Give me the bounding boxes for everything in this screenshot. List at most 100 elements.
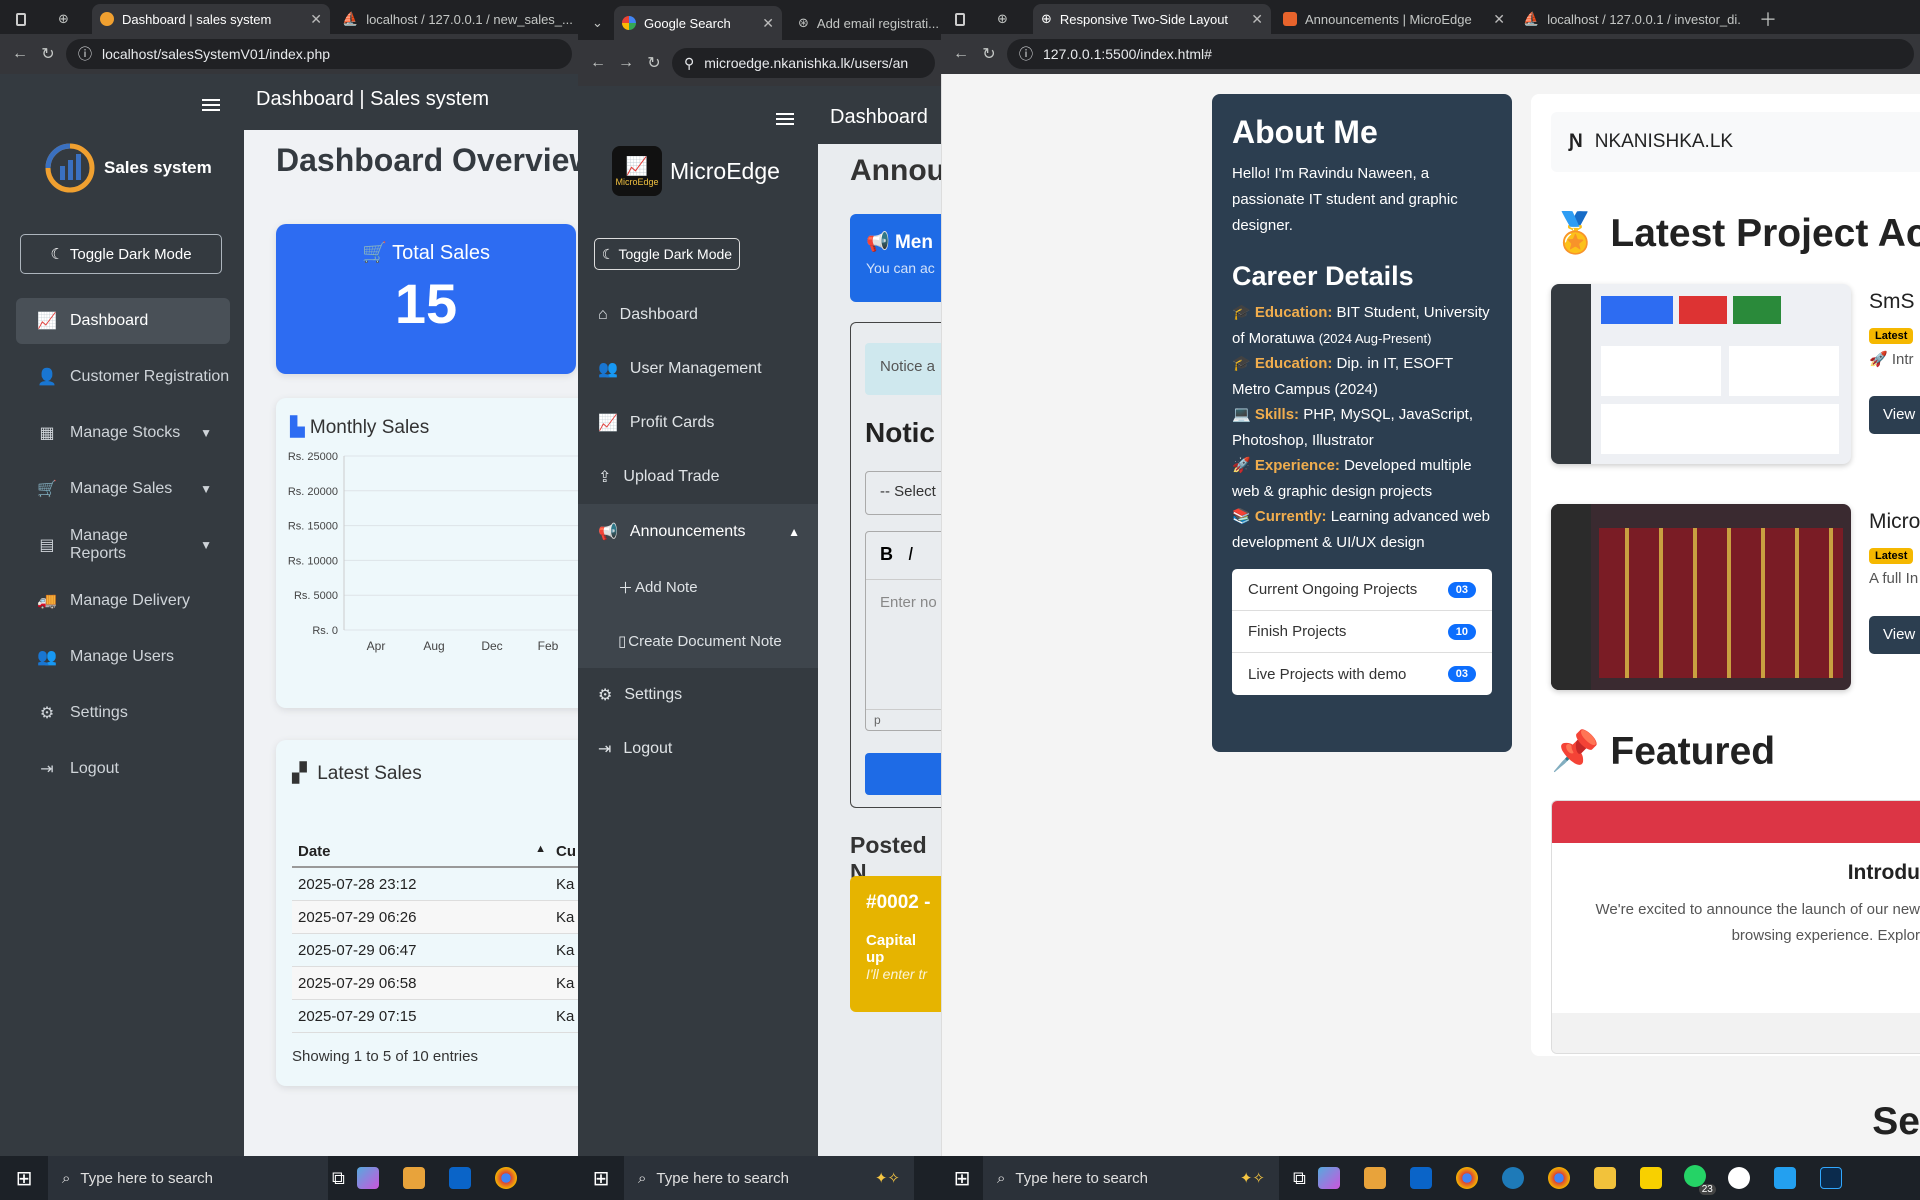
store-icon[interactable]	[402, 1167, 425, 1189]
sidebar-item-dashboard[interactable]: ⌂ Dashboard	[578, 290, 818, 340]
sidebar-item-customer-registration[interactable]: 👤 Customer Registration	[16, 354, 230, 400]
url-text: microedge.nkanishka.lk/users/an	[704, 55, 909, 71]
hamburger-icon[interactable]	[776, 110, 794, 128]
sidebar-item-settings[interactable]: ⚙ Settings	[578, 670, 818, 720]
sidebar-item-logout[interactable]: ⇥ Logout	[16, 746, 230, 792]
sidebar-subitem-add-note[interactable]: ＋ Add Note	[578, 560, 818, 614]
site-name[interactable]: NKANISHKA.LK	[1595, 131, 1733, 153]
chrome-icon[interactable]	[1547, 1167, 1570, 1189]
file-explorer-icon[interactable]	[1593, 1167, 1616, 1189]
url-field[interactable]: ⚲ microedge.nkanishka.lk/users/an	[672, 48, 935, 78]
chrome-icon[interactable]	[1455, 1167, 1478, 1189]
chrome-icon[interactable]	[494, 1167, 517, 1189]
sidebar-item-manage-sales[interactable]: 🛒 Manage Sales ▼	[16, 466, 230, 512]
url-field[interactable]: ⓘ 127.0.0.1:5500/index.html#	[1007, 39, 1914, 69]
tab-list-icon[interactable]	[8, 4, 34, 34]
sidebar-item-settings[interactable]: ⚙ Settings	[16, 690, 230, 736]
tab-announcements[interactable]: Announcements | MicroEdge ✕	[1275, 4, 1513, 34]
notice-editor[interactable]: B I Enter no p	[865, 531, 941, 731]
tab-list-icon[interactable]	[947, 4, 973, 34]
career-item: 🚀 Experience: Developed multiple web & g…	[1232, 457, 1472, 500]
sidebar-item-logout[interactable]: ⇥ Logout	[578, 724, 818, 774]
close-icon[interactable]: ✕	[1251, 11, 1263, 28]
close-icon[interactable]: ✕	[762, 15, 774, 32]
close-icon[interactable]: ✕	[310, 11, 322, 28]
sidebar-item-upload-trade[interactable]: ⇪ Upload Trade	[578, 452, 818, 502]
whatsapp-button[interactable]: 23	[1683, 1165, 1716, 1195]
back-icon[interactable]: ←	[947, 45, 975, 63]
store-icon[interactable]	[1363, 1167, 1386, 1189]
tab-dashboard[interactable]: Dashboard | sales system ✕	[92, 4, 330, 34]
list-item[interactable]: Current Ongoing Projects 03	[1232, 569, 1492, 611]
favicon-icon	[100, 12, 114, 26]
table-row[interactable]: 2025-07-29 06:26 Ka	[292, 901, 578, 934]
sidebar-item-manage-users[interactable]: 👥 Manage Users	[16, 634, 230, 680]
globe-icon[interactable]: ⊕	[989, 4, 1015, 34]
reload-icon[interactable]: ↻	[34, 44, 62, 64]
taskbar-search[interactable]: ⌕ Type here to search ✦✧	[624, 1156, 914, 1200]
reload-icon[interactable]: ↻	[975, 44, 1003, 64]
customer-column-header[interactable]: Cu	[556, 843, 576, 860]
toggle-dark-mode-button[interactable]: ☾ Toggle Dark Mode	[594, 238, 740, 270]
table-row[interactable]: 2025-07-29 06:58 Ka	[292, 967, 578, 1000]
tab-add-email[interactable]: ⊛ Add email registrati...	[790, 6, 941, 40]
project-screenshot-sms[interactable]	[1551, 284, 1851, 464]
new-tab-button[interactable]: ＋	[1751, 4, 1777, 34]
table-row[interactable]: 2025-07-29 07:15 Ka	[292, 1000, 578, 1033]
posted-note-card[interactable]: #0002 - Capital up I'll enter tr	[850, 876, 941, 1012]
view-project-button[interactable]: View	[1869, 396, 1920, 434]
close-icon[interactable]: ✕	[1493, 11, 1505, 28]
date-column-header[interactable]: Date ▲	[292, 843, 556, 860]
windows-start-icon[interactable]: ⊞	[941, 1166, 983, 1191]
outlook-icon[interactable]	[1409, 1167, 1432, 1189]
vscode-icon[interactable]	[1773, 1167, 1796, 1189]
sidebar-item-profit-cards[interactable]: 📈 Profit Cards	[578, 398, 818, 448]
monthly-sales-card: ▙ Monthly Sales Rs. 25000 Rs. 20000 Rs. 15…	[276, 398, 578, 708]
sidebar-subitem-create-document-note[interactable]: ▯ Create Document Note	[578, 614, 818, 668]
toggle-dark-mode-button[interactable]: ☾ Toggle Dark Mode	[20, 234, 222, 274]
bold-button[interactable]: B	[880, 544, 893, 564]
view-project-button[interactable]: View	[1869, 616, 1920, 654]
sidebar-item-manage-reports[interactable]: ▤ Manage Reports ▼	[16, 522, 230, 568]
task-view-icon[interactable]: ⧉	[1293, 1168, 1306, 1189]
tab-phpmyadmin[interactable]: ⛵ localhost / 127.0.0.1 / investor_di...…	[1515, 4, 1741, 34]
table-row[interactable]: 2025-07-29 06:47 Ka	[292, 934, 578, 967]
outlook-icon[interactable]	[448, 1167, 471, 1189]
sticky-notes-icon[interactable]	[1639, 1167, 1662, 1189]
chatgpt-icon[interactable]	[1727, 1167, 1750, 1189]
project-screenshot-microedge[interactable]	[1551, 504, 1851, 690]
copilot-icon[interactable]	[356, 1167, 379, 1189]
url-field[interactable]: ⓘ localhost/salesSystemV01/index.php	[66, 39, 572, 69]
tab-google-search[interactable]: Google Search ✕	[614, 6, 782, 40]
table-cell: 2025-07-29 06:47	[298, 941, 417, 959]
tab-responsive-layout[interactable]: ⊕ Responsive Two-Side Layout ✕	[1033, 4, 1271, 34]
windows-start-icon[interactable]: ⊞	[0, 1166, 48, 1191]
windows-start-icon[interactable]: ⊞	[578, 1166, 624, 1191]
photoshop-icon[interactable]	[1819, 1167, 1842, 1189]
sidebar-item-announcements[interactable]: 📢 Announcements ▲	[578, 504, 818, 560]
copilot-icon[interactable]	[1317, 1167, 1340, 1189]
list-item[interactable]: Live Projects with demo 03	[1232, 653, 1492, 695]
sidebar-item-manage-stocks[interactable]: ▦ Manage Stocks ▼	[16, 410, 230, 456]
forward-icon[interactable]: →	[612, 54, 640, 72]
sidebar-item-label: Add Note	[635, 578, 698, 596]
sidebar-item-user-management[interactable]: 👥 User Management	[578, 344, 818, 394]
back-icon[interactable]: ←	[584, 54, 612, 72]
sidebar-item-manage-delivery[interactable]: 🚚 Manage Delivery	[16, 578, 230, 624]
sidebar-item-dashboard[interactable]: 📈 Dashboard	[16, 298, 230, 344]
task-view-icon[interactable]: ⧉	[332, 1168, 345, 1189]
taskbar-search[interactable]: ⌕ Type here to search ✦✧	[983, 1156, 1279, 1200]
tab-search-icon[interactable]: ⌄	[584, 8, 608, 38]
submit-button[interactable]	[865, 753, 941, 795]
italic-button[interactable]: I	[908, 544, 913, 564]
notice-type-select[interactable]: -- Select	[865, 471, 941, 515]
taskbar-search[interactable]: ⌕ Type here to search	[48, 1156, 328, 1200]
globe-icon[interactable]: ⊕	[50, 4, 76, 34]
edge-icon[interactable]	[1501, 1167, 1524, 1189]
tab-phpmyadmin[interactable]: ⛵ localhost / 127.0.0.1 / new_sales_... …	[334, 4, 574, 34]
reload-icon[interactable]: ↻	[640, 53, 668, 73]
back-icon[interactable]: ←	[6, 45, 34, 63]
hamburger-icon[interactable]	[202, 96, 220, 114]
list-item[interactable]: Finish Projects 10	[1232, 611, 1492, 653]
table-row[interactable]: 2025-07-28 23:12 Ka	[292, 868, 578, 901]
